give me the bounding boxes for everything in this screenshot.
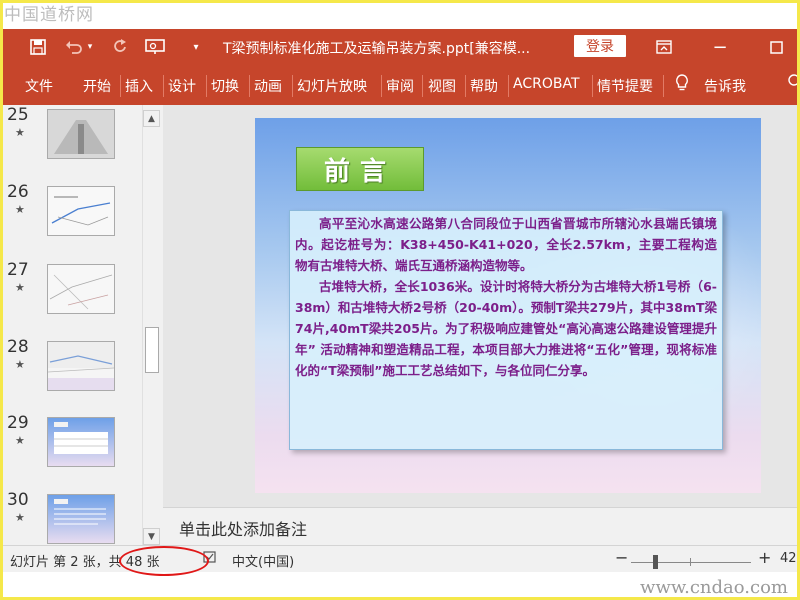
undo-dropdown-icon[interactable]: ▾ — [85, 36, 95, 58]
slide-thumbnail-pane: 25 ★ 26 ★ 27 ★ 28 ★ 29 ★ 30 ★ ▲ ▼ — [3, 105, 163, 545]
slide-thumbnail-26[interactable] — [47, 186, 115, 236]
tab-separator — [663, 75, 664, 97]
watermark-top: 中国道桥网 — [4, 5, 94, 25]
tab-separator — [292, 75, 293, 97]
tab-separator — [120, 75, 121, 97]
animation-star-icon: ★ — [15, 511, 25, 524]
slide-number: 28 — [7, 337, 29, 357]
tab-separator — [508, 75, 509, 97]
language-status[interactable]: 中文(中国) — [232, 551, 294, 570]
scroll-up-icon[interactable]: ▲ — [143, 110, 160, 127]
tab-separator — [465, 75, 466, 97]
zoom-level[interactable]: 42 — [780, 551, 797, 566]
tab-storyboard[interactable]: 情节提要 — [597, 76, 653, 96]
slide-editing-area: 前言 高平至沁水高速公路第八合同段位于山西省晋城市所辖沁水县端氏镇境内。起讫桩号… — [163, 105, 797, 507]
maximize-icon[interactable] — [765, 36, 787, 58]
tab-separator — [206, 75, 207, 97]
watermark-bottom: www.cndao.com — [640, 577, 788, 598]
slide-number: 26 — [7, 182, 29, 202]
zoom-slider-center-tick — [690, 558, 691, 566]
slide-thumbnail-29[interactable] — [47, 417, 115, 467]
animation-star-icon: ★ — [15, 203, 25, 216]
notes-pane[interactable]: 单击此处添加备注 — [163, 507, 797, 546]
present-icon[interactable] — [144, 36, 166, 58]
tab-acrobat[interactable]: ACROBAT — [513, 76, 580, 92]
ribbon-display-options-icon[interactable] — [653, 36, 675, 58]
tab-animations[interactable]: 动画 — [254, 76, 282, 96]
slide-number: 27 — [7, 260, 29, 280]
tell-me-search[interactable]: 告诉我 — [704, 76, 746, 96]
tab-home[interactable]: 开始 — [83, 76, 111, 96]
animation-star-icon: ★ — [15, 281, 25, 294]
minimize-icon[interactable]: − — [709, 36, 731, 58]
app-window: ▾ ▾ T梁预制标准化施工及运输吊装方案.ppt[兼容模... 登录 − 文件 … — [3, 3, 797, 597]
slide-body-textbox[interactable]: 高平至沁水高速公路第八合同段位于山西省晋城市所辖沁水县端氏镇境内。起讫桩号为：K… — [289, 210, 723, 450]
title-bar: ▾ ▾ T梁预制标准化施工及运输吊装方案.ppt[兼容模... 登录 − — [3, 29, 797, 65]
ribbon-tabs: 文件 开始 插入 设计 切换 动画 幻灯片放映 审阅 视图 帮助 ACROBAT… — [3, 65, 797, 105]
scrollbar-thumb[interactable] — [145, 327, 159, 373]
tab-file[interactable]: 文件 — [25, 76, 53, 96]
slide-heading[interactable]: 前言 — [296, 147, 424, 191]
tab-separator — [249, 75, 250, 97]
tab-transitions[interactable]: 切换 — [211, 76, 239, 96]
tab-separator — [592, 75, 593, 97]
redo-icon[interactable] — [109, 36, 131, 58]
slide-thumbnail-27[interactable] — [47, 264, 115, 314]
tab-review[interactable]: 审阅 — [386, 76, 414, 96]
animation-star-icon: ★ — [15, 358, 25, 371]
undo-icon[interactable] — [63, 36, 85, 58]
slide-thumbnail-25[interactable] — [47, 109, 115, 159]
share-icon[interactable] — [786, 73, 797, 95]
lightbulb-icon — [675, 74, 689, 96]
customize-quick-access-icon[interactable]: ▾ — [185, 36, 207, 58]
login-button[interactable]: 登录 — [574, 35, 626, 57]
animation-star-icon: ★ — [15, 126, 25, 139]
slide-number: 29 — [7, 413, 29, 433]
tab-view[interactable]: 视图 — [428, 76, 456, 96]
tab-separator — [381, 75, 382, 97]
tab-help[interactable]: 帮助 — [470, 76, 498, 96]
document-title: T梁预制标准化施工及运输吊装方案.ppt[兼容模... — [223, 41, 531, 57]
tab-separator — [422, 75, 423, 97]
zoom-in-button[interactable]: + — [758, 548, 771, 567]
animation-star-icon: ★ — [15, 434, 25, 447]
tab-separator — [163, 75, 164, 97]
zoom-out-button[interactable]: − — [615, 548, 628, 567]
zoom-slider-handle[interactable] — [653, 555, 658, 569]
slide-thumbnail-30[interactable] — [47, 494, 115, 544]
zoom-slider-track[interactable] — [631, 562, 751, 563]
tab-insert[interactable]: 插入 — [125, 76, 153, 96]
current-slide[interactable]: 前言 高平至沁水高速公路第八合同段位于山西省晋城市所辖沁水县端氏镇境内。起讫桩号… — [255, 118, 761, 493]
tab-slideshow[interactable]: 幻灯片放映 — [297, 76, 367, 96]
slide-number: 25 — [7, 105, 29, 125]
scroll-down-icon[interactable]: ▼ — [143, 528, 160, 545]
notes-placeholder: 单击此处添加备注 — [179, 520, 308, 539]
highlight-annotation-oval — [119, 546, 209, 576]
slide-number: 30 — [7, 490, 29, 510]
slide-thumbnail-28[interactable] — [47, 341, 115, 391]
slide-paragraph-1: 高平至沁水高速公路第八合同段位于山西省晋城市所辖沁水县端氏镇境内。起讫桩号为：K… — [295, 216, 717, 273]
tab-design[interactable]: 设计 — [168, 76, 196, 96]
save-icon[interactable] — [27, 36, 49, 58]
slide-paragraph-2: 古堆特大桥，全长1036米。设计时将特大桥分为古堆特大桥1号桥（6-38m）和古… — [295, 279, 717, 378]
thumbnail-scrollbar[interactable]: ▲ ▼ — [142, 105, 160, 545]
